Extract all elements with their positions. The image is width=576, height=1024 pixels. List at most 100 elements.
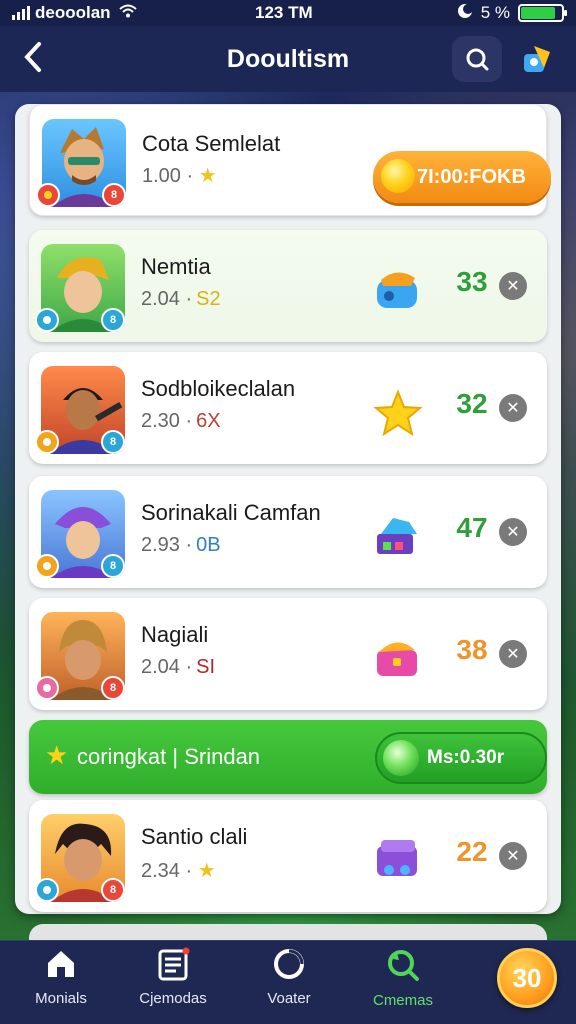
score: 32 (456, 388, 488, 419)
player-stat-value: 2.34 · (141, 860, 193, 882)
star-icon: ★ (198, 165, 217, 187)
rank-badge (35, 878, 59, 902)
nav-label: Voater (267, 990, 311, 1007)
circle-icon (274, 949, 304, 979)
remove-button[interactable]: ✕ (499, 394, 527, 422)
nav-item-cmemas[interactable]: Cmemas (348, 947, 458, 1009)
level-badge: 8 (101, 554, 125, 578)
gear-icon (43, 886, 51, 894)
badge-mark-icon (43, 438, 51, 446)
carrier-label: deooolan (35, 3, 111, 22)
battery-icon (518, 4, 567, 22)
player-stat: 2.30 · 6X (141, 410, 221, 433)
claim-button-label: 7I:00:FOKB (417, 165, 526, 188)
home-icon (48, 951, 74, 977)
close-icon: ✕ (506, 400, 520, 417)
rank-badge (35, 554, 59, 578)
star-icon (373, 389, 423, 436)
player-stat-value: 2.04 · (141, 288, 193, 310)
rank-badge (35, 676, 59, 700)
player-stat: 1.00 · ★ (142, 163, 217, 188)
player-card[interactable]: 8 Nagiali 2.04 · SI 38 ✕ (29, 598, 547, 710)
level-badge: 8 (101, 308, 125, 332)
player-stat-value: 1.00 · (142, 165, 194, 187)
badge-mark-icon (43, 316, 51, 324)
remove-button[interactable]: ✕ (499, 272, 527, 300)
status-bar: deooolan 123 TM 5 % (0, 0, 576, 26)
claim-button[interactable]: 7I:00:FOKB (373, 151, 551, 203)
purple-box-icon (377, 840, 417, 876)
player-name: Nagiali (141, 622, 209, 647)
player-stat: 2.04 · SI (141, 656, 215, 679)
app-header: Dooultism (0, 26, 576, 92)
close-icon: ✕ (506, 524, 520, 541)
back-button[interactable] (22, 40, 44, 80)
banner-text: coringkat | Srindan (77, 744, 261, 769)
nav-item-cjemodas[interactable]: Cjemodas (118, 947, 228, 1007)
nav-item-monials[interactable]: Monials (6, 947, 116, 1007)
level-badge: 8 (102, 183, 126, 207)
chest-icon (377, 642, 417, 676)
banner-button[interactable]: Ms:0.30r (375, 732, 547, 784)
nav-label: Cjemodas (139, 990, 207, 1007)
battery-level (521, 7, 555, 19)
player-card[interactable]: 8 Santio clali 2.34 · ★ 22 ✕ (29, 800, 547, 912)
wifi-icon (118, 4, 137, 23)
remove-button[interactable]: ✕ (499, 842, 527, 870)
page-title: Dooultism (226, 44, 350, 73)
nav-label: Monials (35, 990, 87, 1007)
player-card[interactable]: 8 Nemtia 2.04 · S2 33 ✕ (29, 230, 547, 342)
remove-button[interactable]: ✕ (499, 640, 527, 668)
promo-banner[interactable]: ★ coringkat | Srindan Ms:0.30r (29, 720, 547, 794)
level-badge: 8 (101, 430, 125, 454)
score: 47 (456, 512, 488, 543)
nav-label: Cmemas (372, 992, 433, 1009)
player-name: Sorinakali Camfan (141, 500, 321, 525)
coin-icon (381, 159, 415, 193)
badge-mark-icon (43, 562, 51, 570)
player-stat-value: 2.93 · (141, 534, 193, 556)
search-button[interactable] (452, 36, 502, 82)
player-name: Cota Semlelat (142, 131, 281, 156)
score: 38 (456, 634, 488, 665)
remove-button[interactable]: ✕ (499, 518, 527, 546)
badge-button[interactable] (512, 36, 562, 82)
close-icon: ✕ (506, 278, 520, 295)
player-tag: S2 (196, 288, 221, 310)
close-icon: ✕ (506, 848, 520, 865)
nav-item-voater[interactable]: Voater (234, 947, 344, 1007)
player-stat-value: 2.30 · (141, 410, 193, 432)
coin-counter[interactable]: 30 (497, 948, 557, 1008)
backpack-icon (377, 272, 417, 308)
chevron-left-icon (24, 42, 41, 72)
refresh-search-icon (388, 950, 419, 981)
player-tag: 6X (196, 410, 221, 432)
rank-badge (35, 308, 59, 332)
score: 33 (456, 266, 488, 297)
star-icon: ★ (197, 860, 216, 882)
rank-badge (36, 183, 60, 207)
star-icon: ★ (45, 740, 69, 770)
player-name: Santio clali (141, 824, 248, 849)
player-card[interactable]: 8 Sorinakali Camfan 2.93 · 0B 47 ✕ (29, 476, 547, 588)
player-tag: SI (196, 656, 216, 678)
battery-percent: 5 % (480, 3, 510, 22)
list-icon (158, 947, 190, 981)
player-card[interactable]: 8 Sodbloikeclalan 2.30 · 6X 32 ✕ (29, 352, 547, 464)
score: 22 (456, 836, 488, 867)
banner-button-label: Ms:0.30r (427, 747, 505, 768)
player-name: Nemtia (141, 254, 211, 279)
player-name: Sodbloikeclalan (141, 376, 296, 401)
rank-badge (35, 430, 59, 454)
close-icon: ✕ (506, 646, 520, 663)
orb-icon (383, 740, 419, 776)
signal-icon (12, 6, 30, 20)
gem-icon (377, 518, 417, 554)
top-player-card[interactable]: 8 Cota Semlelat 1.00 · ★ 7I:00:FOKB (29, 104, 551, 216)
level-badge: 8 (101, 676, 125, 700)
badge-icon (524, 46, 550, 72)
search-icon (466, 48, 489, 71)
player-stat-value: 2.04 · (141, 656, 193, 678)
player-stat: 2.34 · ★ (141, 858, 216, 883)
heart-icon (44, 191, 52, 199)
